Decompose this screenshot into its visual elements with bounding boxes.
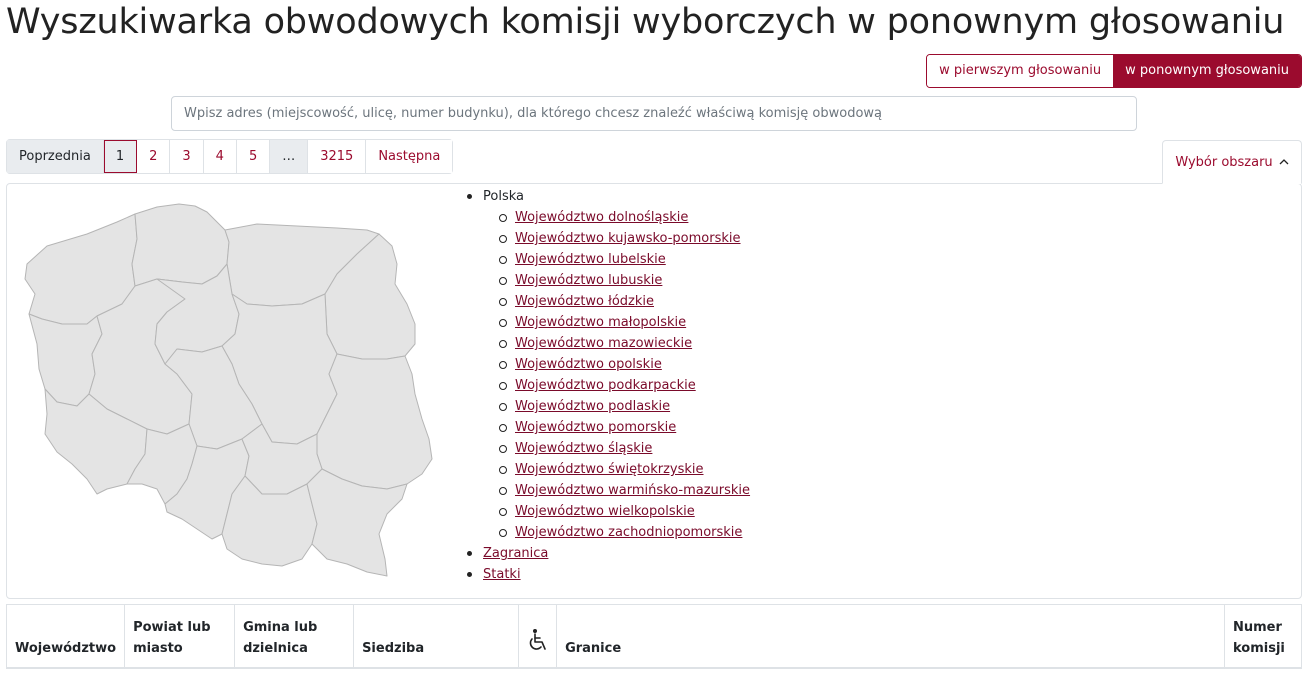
area-selector-label: Wybór obszaru — [1175, 154, 1273, 170]
tree-item-voivodeship: Województwo pomorskie — [499, 417, 750, 438]
voivodeship-list: Województwo dolnośląskie Województwo kuja… — [499, 207, 750, 543]
page-2-button[interactable]: 2 — [137, 140, 171, 173]
address-search-input[interactable] — [171, 96, 1137, 131]
tree-link-voivodeship[interactable]: Województwo wielkopolskie — [515, 504, 695, 519]
tree-item-statki: Statki — [467, 564, 750, 585]
page-1-button[interactable]: 1 — [103, 140, 138, 173]
tree-item-polska: Polska Województwo dolnośląskie Województ… — [467, 186, 750, 543]
tree-link-voivodeship[interactable]: Województwo zachodniopomorskie — [515, 525, 742, 540]
tree-item-voivodeship: Województwo lubuskie — [499, 270, 750, 291]
area-selector-tab[interactable]: Wybór obszaru — [1162, 140, 1302, 184]
tree-item-voivodeship: Województwo dolnośląskie — [499, 207, 750, 228]
tree-link-voivodeship[interactable]: Województwo pomorskie — [515, 420, 676, 435]
col-seat[interactable]: Siedziba — [353, 604, 520, 669]
col-county[interactable]: Powiat lub miasto — [124, 604, 236, 669]
tree-link-voivodeship[interactable]: Województwo lubuskie — [515, 273, 662, 288]
tree-link-voivodeship[interactable]: Województwo śląskie — [515, 441, 652, 456]
tree-item-voivodeship: Województwo podlaskie — [499, 396, 750, 417]
tree-item-voivodeship: Województwo śląskie — [499, 438, 750, 459]
col-bounds[interactable]: Granice — [556, 604, 1225, 669]
page-5-button[interactable]: 5 — [236, 140, 271, 173]
table-header-row: Województwo Powiat lub miasto Gmina lub … — [5, 604, 1302, 669]
tree-item-voivodeship: Województwo opolskie — [499, 354, 750, 375]
tree-link-voivodeship[interactable]: Województwo łódzkie — [515, 294, 654, 309]
wheelchair-icon — [529, 628, 546, 650]
next-page-button[interactable]: Następna — [366, 140, 453, 173]
poland-map — [24, 203, 433, 577]
results-table: Województwo Powiat lub miasto Gmina lub … — [5, 604, 1302, 669]
col-number[interactable]: Numer komisji — [1224, 604, 1302, 669]
tree-item-voivodeship: Województwo kujawsko-pomorskie — [499, 228, 750, 249]
tree-link-voivodeship[interactable]: Województwo świętokrzyskie — [515, 462, 704, 477]
tree-link-voivodeship[interactable]: Województwo mazowieckie — [515, 336, 692, 351]
second-round-button[interactable]: w ponownym głosowaniu — [1113, 55, 1301, 87]
map-region-lubelskie[interactable] — [316, 353, 433, 490]
chevron-up-icon — [1279, 159, 1289, 165]
page-3-button[interactable]: 3 — [170, 140, 204, 173]
pagination: Poprzednia 1 2 3 4 5 … 3215 Następna — [6, 139, 454, 174]
map-region-pomorskie[interactable] — [131, 203, 230, 287]
area-tree: Polska Województwo dolnośląskie Województ… — [467, 186, 750, 585]
tree-link-statki[interactable]: Statki — [483, 567, 521, 582]
tree-item-voivodeship: Województwo podkarpackie — [499, 375, 750, 396]
pagination-ellipsis: … — [270, 140, 309, 173]
tree-item-voivodeship: Województwo mazowieckie — [499, 333, 750, 354]
tree-link-voivodeship[interactable]: Województwo dolnośląskie — [515, 210, 688, 225]
tree-link-voivodeship[interactable]: Województwo podlaskie — [515, 399, 670, 414]
page-title: Wyszukiwarka obwodowych komisji wyborczy… — [6, 2, 1285, 42]
tree-link-voivodeship[interactable]: Województwo podkarpackie — [515, 378, 696, 393]
tree-item-voivodeship: Województwo zachodniopomorskie — [499, 522, 750, 543]
last-page-button[interactable]: 3215 — [308, 140, 367, 173]
tree-link-voivodeship[interactable]: Województwo kujawsko-pomorskie — [515, 231, 741, 246]
col-voivodeship[interactable]: Województwo — [5, 604, 126, 669]
tree-item-voivodeship: Województwo lubelskie — [499, 249, 750, 270]
first-round-button[interactable]: w pierwszym głosowaniu — [927, 55, 1114, 87]
tree-item-voivodeship: Województwo warmińsko-mazurskie — [499, 480, 750, 501]
col-commune[interactable]: Gmina lub dzielnica — [234, 604, 355, 669]
tree-item-voivodeship: Województwo świętokrzyskie — [499, 459, 750, 480]
tree-root-label: Polska — [483, 189, 524, 204]
page-4-button[interactable]: 4 — [203, 140, 237, 173]
tree-item-zagranica: Zagranica — [467, 543, 750, 564]
tree-link-voivodeship[interactable]: Województwo opolskie — [515, 357, 662, 372]
prev-page-button[interactable]: Poprzednia — [7, 140, 104, 173]
col-accessible[interactable] — [518, 604, 558, 669]
tree-item-voivodeship: Województwo małopolskie — [499, 312, 750, 333]
tree-link-voivodeship[interactable]: Województwo małopolskie — [515, 315, 686, 330]
tree-link-zagranica[interactable]: Zagranica — [483, 546, 548, 561]
area-panel: Polska Województwo dolnośląskie Województ… — [6, 183, 1302, 599]
tree-item-voivodeship: Województwo wielkopolskie — [499, 501, 750, 522]
tree-item-voivodeship: Województwo łódzkie — [499, 291, 750, 312]
tree-link-voivodeship[interactable]: Województwo warmińsko-mazurskie — [515, 483, 750, 498]
tree-link-voivodeship[interactable]: Województwo lubelskie — [515, 252, 666, 267]
round-toggle: w pierwszym głosowaniu w ponownym głosow… — [926, 54, 1302, 88]
